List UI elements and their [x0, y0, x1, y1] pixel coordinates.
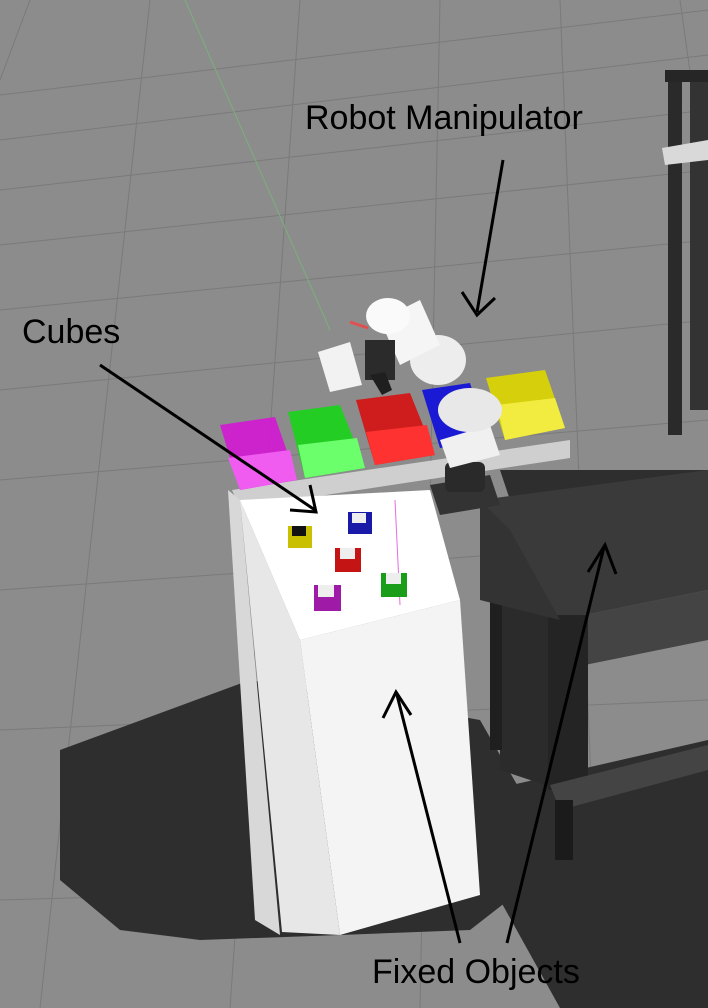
- simulation-scene: [0, 0, 708, 1008]
- cubes-label: Cubes: [22, 313, 121, 351]
- fixed-objects-label: Fixed Objects: [372, 953, 580, 991]
- robot-arrow: [475, 159, 505, 313]
- yellow-cube: [288, 526, 312, 548]
- cubes-arrow: [99, 363, 316, 512]
- robot-manipulator-label: Robot Manipulator: [305, 99, 583, 137]
- axis-line: [184, 0, 331, 331]
- green-bin: [288, 405, 365, 478]
- right-frame: [662, 70, 708, 435]
- green-cube: [381, 573, 407, 597]
- blue-cube: [348, 512, 372, 534]
- red-cube: [335, 548, 361, 572]
- red-bin: [356, 393, 435, 465]
- purple-cube: [314, 585, 341, 611]
